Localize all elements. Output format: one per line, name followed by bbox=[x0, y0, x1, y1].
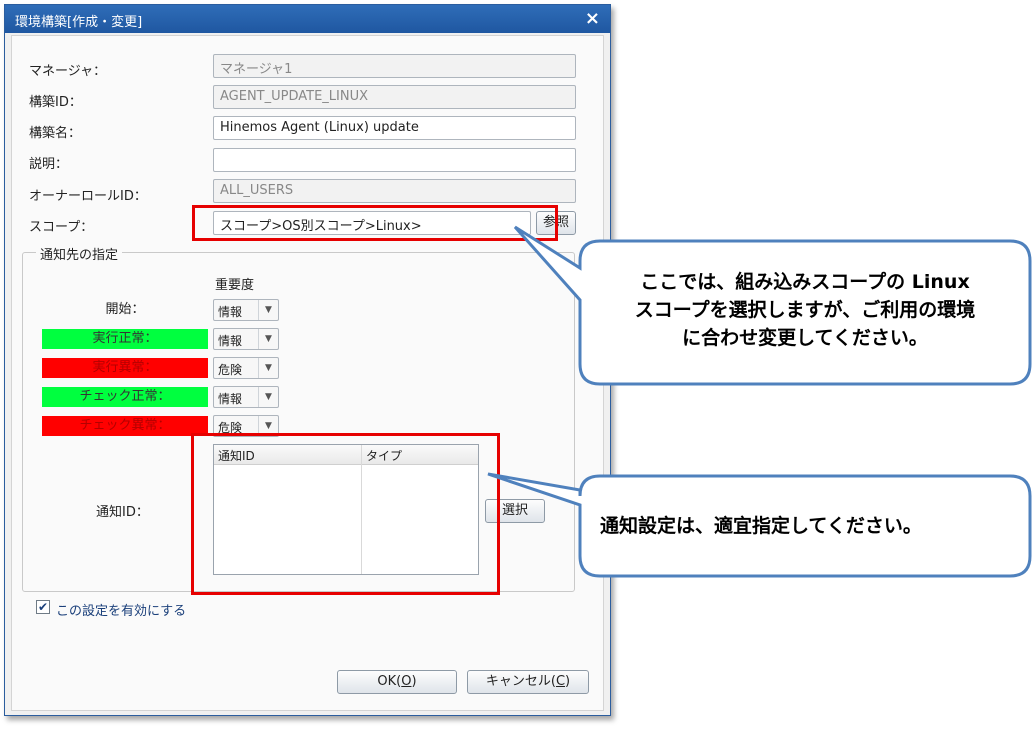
notify-callout-text: 通知設定は、適宜指定してください。 bbox=[600, 515, 922, 537]
cancel-button-key: C bbox=[555, 674, 566, 689]
build-id-field[interactable]: AGENT_UPDATE_LINUX bbox=[213, 85, 576, 109]
severity-run-ng-select[interactable]: 危険 ▼ bbox=[213, 357, 279, 379]
scope-highlight-box bbox=[192, 205, 558, 241]
severity-run-ok-value: 情報 bbox=[218, 334, 243, 348]
severity-row-check-ng-label: チェック異常： bbox=[42, 416, 208, 436]
dialog-titlebar: 環境構築[作成・変更] × bbox=[5, 5, 610, 33]
enable-label[interactable]: この設定を有効にする bbox=[56, 600, 186, 619]
scope-label: スコープ： bbox=[29, 220, 94, 235]
enable-checkbox[interactable]: ✔ bbox=[36, 600, 50, 614]
severity-row-check-ok-label: チェック正常： bbox=[42, 387, 208, 407]
build-id-label: 構築ID： bbox=[29, 95, 82, 110]
description-label: 説明： bbox=[29, 157, 69, 172]
chevron-down-icon: ▼ bbox=[258, 387, 278, 407]
cancel-button-label: キャンセル( bbox=[485, 674, 556, 689]
severity-row-run-ok-label: 実行正常： bbox=[42, 329, 208, 349]
ok-button[interactable]: OK(O) bbox=[337, 670, 457, 694]
scope-callout-text: ここでは、組み込みスコープの Linux スコープを選択しますが、ご利用の環境 … bbox=[590, 268, 1020, 352]
severity-start-select[interactable]: 情報 ▼ bbox=[213, 299, 279, 321]
dialog-title: 環境構築[作成・変更] bbox=[15, 15, 143, 30]
scope-callout-line3: に合わせ変更してください。 bbox=[682, 327, 928, 349]
owner-role-label: オーナーロールID： bbox=[29, 189, 147, 204]
description-input[interactable] bbox=[213, 148, 576, 172]
severity-run-ok-select[interactable]: 情報 ▼ bbox=[213, 328, 279, 350]
notify-id-highlight-box bbox=[191, 433, 500, 595]
severity-row-run-ng-label: 実行異常： bbox=[42, 358, 208, 378]
severity-run-ng-value: 危険 bbox=[218, 363, 243, 377]
notify-group-title: 通知先の指定 bbox=[36, 244, 123, 263]
screenshot-stage: 環境構築[作成・変更] × マネージャ： マネージャ1 構築ID： AGENT_… bbox=[0, 0, 1033, 731]
notify-id-label: 通知ID： bbox=[96, 505, 149, 520]
chevron-down-icon: ▼ bbox=[258, 329, 278, 349]
build-name-input[interactable]: Hinemos Agent (Linux) update bbox=[213, 116, 576, 140]
ok-button-key: O bbox=[401, 674, 412, 689]
scope-callout-line2: スコープを選択しますが、ご利用の環境 bbox=[634, 299, 976, 321]
close-icon[interactable]: × bbox=[585, 8, 600, 29]
scope-callout-line1: ここでは、組み込みスコープの Linux bbox=[640, 271, 970, 293]
severity-header: 重要度 bbox=[215, 278, 255, 293]
severity-row-start-label: 開始： bbox=[105, 302, 145, 317]
chevron-down-icon: ▼ bbox=[258, 300, 278, 320]
cancel-button[interactable]: キャンセル(C) bbox=[467, 670, 589, 694]
owner-role-field[interactable]: ALL_USERS bbox=[213, 179, 576, 203]
severity-start-value: 情報 bbox=[218, 305, 243, 319]
cancel-button-label-end: ) bbox=[565, 674, 571, 689]
manager-field[interactable]: マネージャ1 bbox=[213, 54, 576, 78]
build-name-label: 構築名： bbox=[29, 126, 82, 141]
ok-button-label-end: ) bbox=[411, 674, 417, 689]
severity-check-ok-select[interactable]: 情報 ▼ bbox=[213, 386, 279, 408]
ok-button-label: OK( bbox=[377, 674, 402, 689]
manager-label: マネージャ： bbox=[29, 64, 107, 79]
severity-check-ok-value: 情報 bbox=[218, 392, 243, 406]
chevron-down-icon: ▼ bbox=[258, 358, 278, 378]
